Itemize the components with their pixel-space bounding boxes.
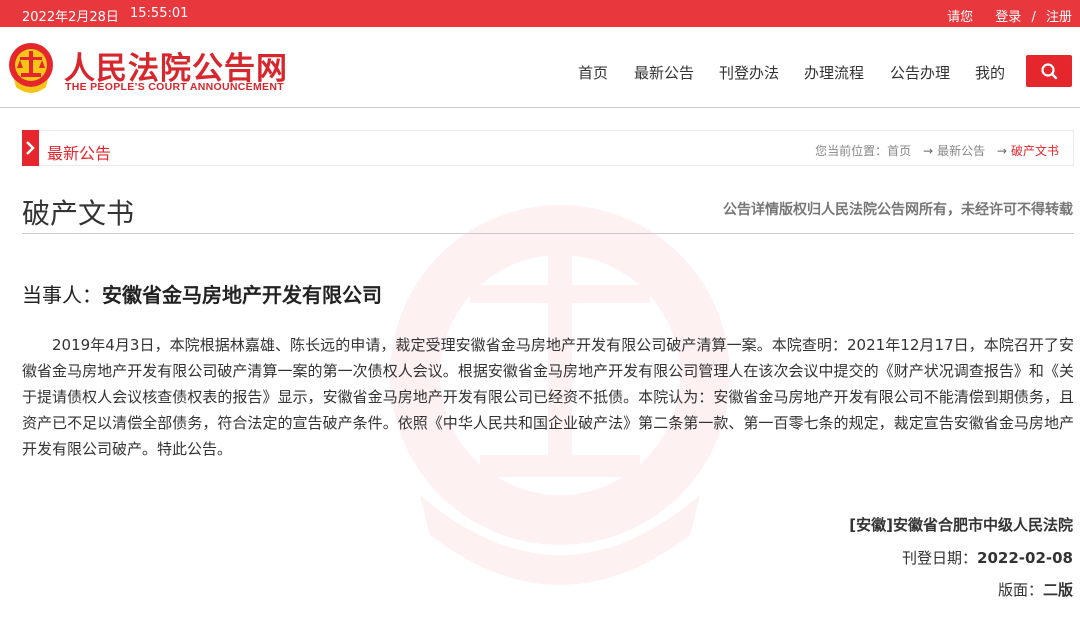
edition-value: 二版	[1042, 581, 1073, 599]
section-header: 最新公告 您当前位置：首页 → 最新公告 → 破产文书	[22, 130, 1074, 166]
breadcrumb-arrow: →	[923, 144, 934, 158]
party-name: 安徽省金马房地产开发有限公司	[102, 283, 382, 307]
nav-process[interactable]: 办理流程	[804, 62, 864, 83]
chevron-right-icon	[26, 141, 35, 155]
publish-date-value: 2022-02-08	[977, 549, 1073, 567]
nav-latest[interactable]: 最新公告	[634, 62, 694, 83]
link-separator: /	[1031, 10, 1036, 25]
search-button[interactable]	[1026, 55, 1072, 87]
divider	[22, 233, 1074, 234]
current-date: 2022年2月28日	[22, 10, 119, 25]
breadcrumb: 您当前位置：首页 → 最新公告 → 破产文书	[815, 142, 1059, 159]
breadcrumb-home[interactable]: 首页	[887, 144, 911, 158]
announcement-body: 2019年4月3日，本院根据林嘉雄、陈长远的申请，裁定受理安徽省金马房地产开发有…	[22, 336, 1074, 458]
section-title: 最新公告	[47, 144, 112, 163]
party-label: 当事人：	[22, 283, 102, 307]
current-time: 15:55:01	[130, 6, 189, 21]
publish-date: 刊登日期：2022-02-08	[902, 547, 1073, 568]
edition: 版面：二版	[998, 579, 1073, 600]
party-line: 当事人：安徽省金马房地产开发有限公司	[22, 279, 382, 308]
nav-home[interactable]: 首页	[578, 62, 608, 83]
login-prompt: 请您	[947, 10, 974, 25]
nav-handle[interactable]: 公告办理	[890, 62, 950, 83]
account-links: 请您 登录 / 注册	[945, 6, 1072, 25]
search-icon	[1041, 63, 1058, 80]
copyright-notice: 公告详情版权归人民法院公告网所有，未经许可不得转载	[723, 202, 1073, 218]
page-title: 破产文书	[22, 197, 135, 230]
site-subtitle: THE PEOPLE’S COURT ANNOUNCEMENT	[65, 81, 284, 93]
breadcrumb-prefix: 您当前位置：	[815, 144, 888, 158]
breadcrumb-latest[interactable]: 最新公告	[937, 144, 985, 158]
publish-date-label: 刊登日期：	[902, 549, 978, 567]
court-emblem-icon[interactable]	[6, 37, 56, 97]
site-header: 人民法院公告网 THE PEOPLE’S COURT ANNOUNCEMENT …	[0, 27, 1080, 108]
top-bar: 2022年2月28日 15:55:01 请您 登录 / 注册	[0, 0, 1080, 27]
nav-publishing-method[interactable]: 刊登办法	[719, 62, 779, 83]
nav-mine[interactable]: 我的	[975, 62, 1005, 83]
section-marker	[22, 130, 39, 166]
register-link[interactable]: 注册	[1046, 10, 1072, 25]
breadcrumb-arrow: →	[996, 144, 1007, 158]
issuing-court: [安徽]安徽省合肥市中级人民法院	[849, 516, 1073, 534]
edition-label: 版面：	[997, 581, 1043, 599]
breadcrumb-current: 破产文书	[1010, 144, 1059, 158]
login-link[interactable]: 登录	[995, 10, 1021, 25]
